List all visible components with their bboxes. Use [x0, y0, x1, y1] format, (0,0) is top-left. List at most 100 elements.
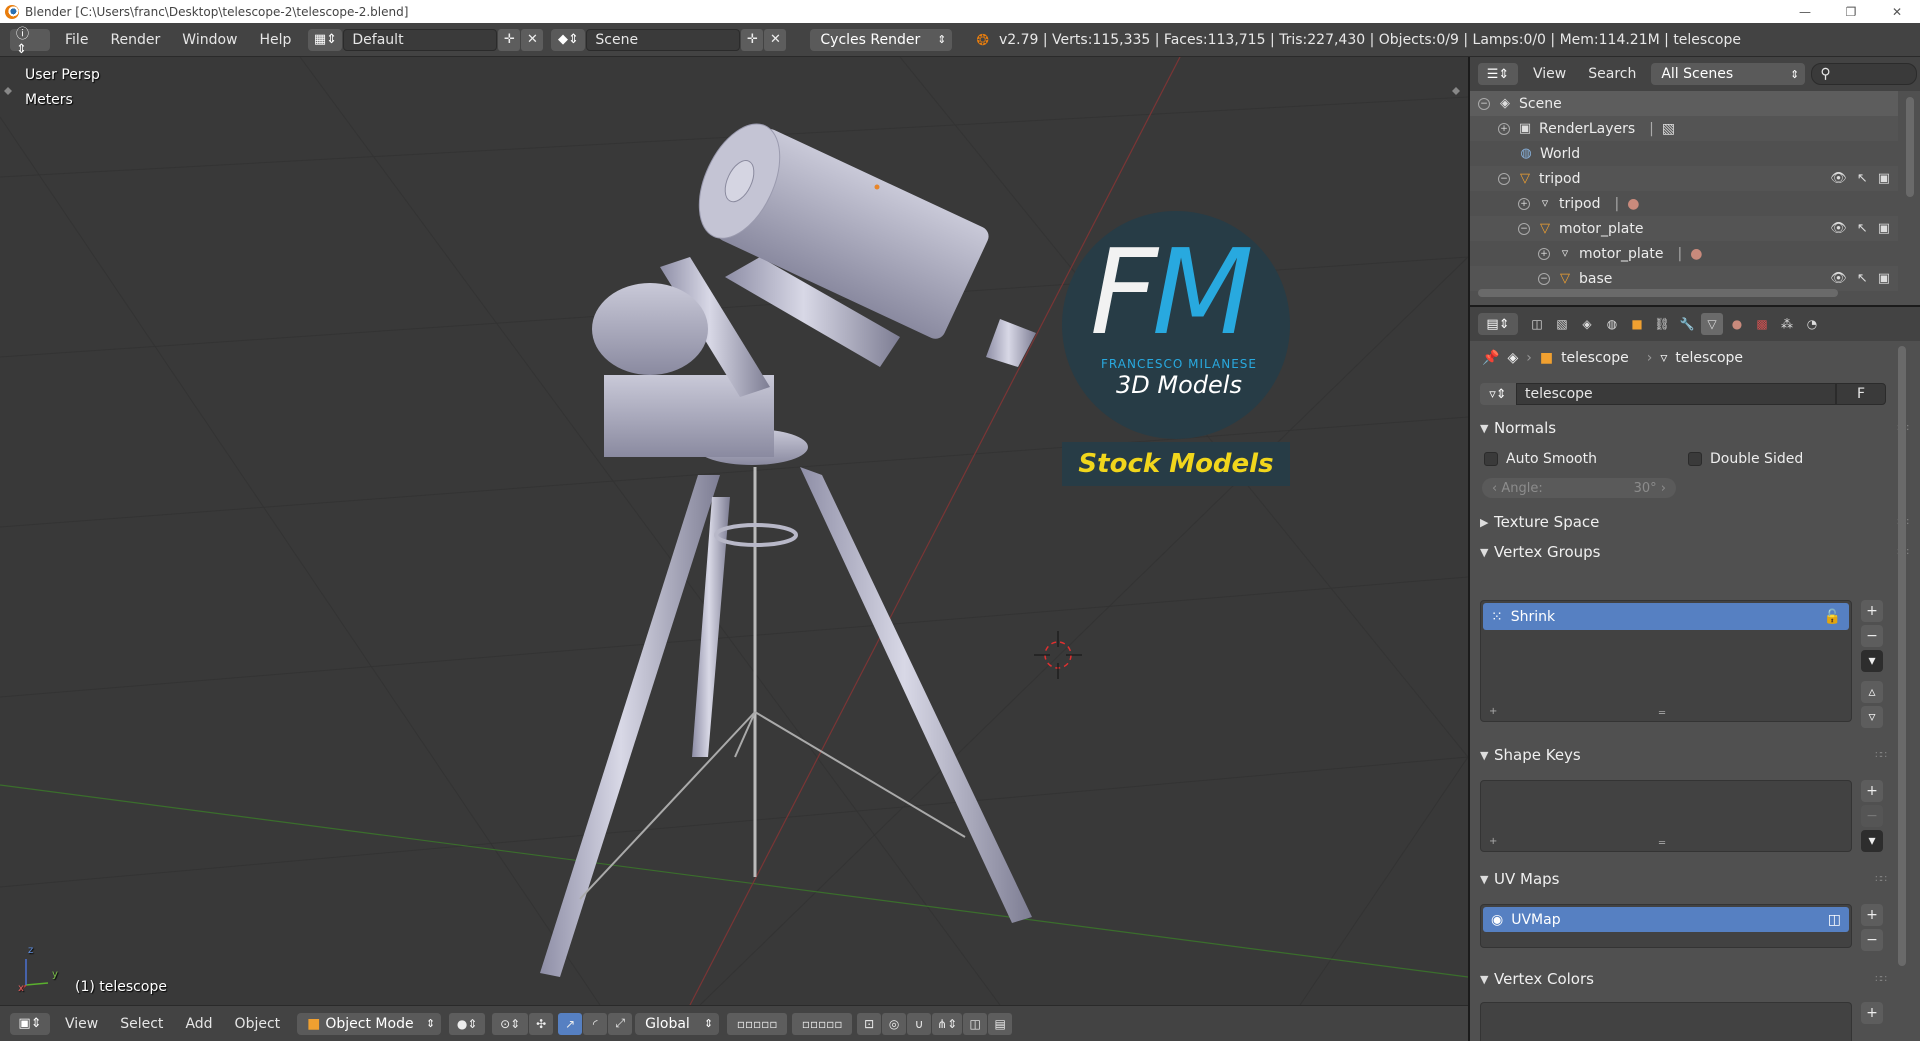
scene-field[interactable]: Scene [586, 28, 741, 51]
remove-uv-map-button[interactable]: − [1861, 929, 1883, 951]
rotate-manipulator-button[interactable]: ◜ [583, 1012, 608, 1035]
3d-viewport[interactable]: User Persp Meters (1) telescope z y x FM… [0, 57, 1468, 1005]
remove-shape-key-button[interactable]: − [1861, 805, 1883, 827]
outliner-row-scene[interactable]: − ◈ Scene [1470, 91, 1898, 116]
cursor-icon[interactable]: ↖ [1857, 271, 1868, 286]
panel-vertex-colors-header[interactable]: ▼ Vertex Colors ∷∷ [1470, 964, 1898, 994]
proportional-edit-button[interactable]: ◎ [882, 1012, 907, 1035]
grip-icon[interactable]: ∷∷ [1875, 874, 1887, 885]
properties-scrollbar[interactable] [1898, 346, 1906, 966]
render-engine-dropdown[interactable]: Cycles Render ⇕ [810, 28, 953, 51]
tab-render-layers[interactable]: ▧ [1551, 313, 1573, 335]
expand-icon[interactable]: + [1518, 197, 1530, 210]
screen-layout-selector[interactable]: ▦⇕ [308, 28, 343, 51]
menu-window[interactable]: Window [171, 32, 248, 48]
tab-texture[interactable]: ▩ [1751, 313, 1773, 335]
outliner-menu-search[interactable]: Search [1577, 66, 1647, 82]
snap-toggle-button[interactable]: ∪ [907, 1012, 932, 1035]
expand-arrow-icon[interactable] [1452, 87, 1460, 95]
outliner-row-renderlayers[interactable]: + ▣ RenderLayers | ▧ [1470, 116, 1898, 141]
scene-selector[interactable]: ◆⇕ [551, 28, 586, 51]
lock-icon[interactable]: 🔓 [1824, 609, 1841, 625]
pivot-point-button[interactable]: ⊙⇕ [492, 1012, 529, 1035]
datablock-browse-button[interactable]: ▿⇕ [1480, 383, 1516, 405]
transform-manipulator-toggle[interactable]: ✣ [529, 1012, 554, 1035]
layers-row-2[interactable]: ▫▫▫▫▫ [792, 1012, 853, 1035]
collapse-arrow-icon[interactable] [4, 87, 12, 95]
menu-select[interactable]: Select [109, 1016, 174, 1032]
editor-type-info-button[interactable]: ⓘ ⇕ [10, 27, 50, 57]
panel-shape-keys-header[interactable]: ▼ Shape Keys ∷∷ [1470, 740, 1898, 770]
grip-icon[interactable]: ∷∷ [1875, 974, 1887, 985]
add-vertex-color-button[interactable]: + [1861, 1002, 1883, 1024]
editor-type-properties-button[interactable]: ▤⇕ [1478, 313, 1518, 335]
move-down-button[interactable]: ▿ [1861, 706, 1883, 728]
uv-maps-list[interactable]: ◉ UVMap ◫ [1480, 904, 1852, 948]
panel-vertex-groups-header[interactable]: ▼ Vertex Groups ∷∷ [1470, 537, 1920, 567]
datablock-name-input[interactable]: telescope [1516, 383, 1836, 405]
outliner-row-tripod-object[interactable]: − ▽ tripod 👁 ↖ ▣ [1470, 166, 1898, 191]
expand-icon[interactable]: + [1498, 122, 1510, 135]
opengl-render-image-button[interactable]: ◫ [963, 1012, 988, 1035]
auto-smooth-checkbox[interactable] [1484, 452, 1498, 466]
tab-physics[interactable]: ◔ [1801, 313, 1823, 335]
tab-particles[interactable]: ⁂ [1776, 313, 1798, 335]
tab-constraints[interactable]: ⛓ [1651, 313, 1673, 335]
eye-icon[interactable]: 👁 [1830, 171, 1847, 186]
close-window-button[interactable]: ✕ [1874, 0, 1920, 23]
resize-grip-icon[interactable]: ═ [1659, 708, 1665, 719]
angle-slider[interactable]: ‹ Angle: 30° › [1482, 478, 1676, 498]
tab-material[interactable]: ● [1726, 313, 1748, 335]
eye-icon[interactable]: 👁 [1830, 221, 1847, 236]
move-up-button[interactable]: ▵ [1861, 681, 1883, 703]
vertex-groups-list[interactable]: ⁙ Shrink 🔓 + ═ [1480, 600, 1852, 722]
collapse-icon[interactable]: − [1498, 172, 1510, 185]
camera-render-icon[interactable]: ◫ [1828, 912, 1841, 928]
editor-type-3dview-button[interactable]: ▣⇕ [10, 1012, 50, 1035]
outliner-row-motor-plate-object[interactable]: − ▽ motor_plate 👁 ↖ ▣ [1470, 216, 1898, 241]
viewport-shading-button[interactable]: ●⇕ [449, 1012, 486, 1035]
menu-add[interactable]: Add [174, 1016, 223, 1032]
layers-row-1[interactable]: ▫▫▫▫▫ [727, 1012, 788, 1035]
expand-icon[interactable]: + [1538, 247, 1550, 260]
render-icon[interactable]: ▣ [1878, 221, 1890, 236]
menu-file[interactable]: File [54, 32, 99, 48]
interaction-mode-dropdown[interactable]: ■ Object Mode ⇕ [297, 1012, 442, 1035]
outliner-row-tripod-mesh[interactable]: + ▿ tripod | ● [1470, 191, 1898, 216]
tab-modifiers[interactable]: 🔧 [1676, 313, 1698, 335]
menu-help[interactable]: Help [248, 32, 302, 48]
panel-uv-maps-header[interactable]: ▼ UV Maps ∷∷ [1470, 864, 1898, 894]
grip-icon[interactable]: ∷∷ [1875, 750, 1887, 761]
remove-vertex-group-button[interactable]: − [1861, 625, 1883, 647]
tab-data[interactable]: ▽ [1701, 313, 1723, 335]
tab-world[interactable]: ◍ [1601, 313, 1623, 335]
add-uv-map-button[interactable]: + [1861, 904, 1883, 926]
restore-button[interactable]: ❐ [1828, 0, 1874, 23]
collapse-icon[interactable]: − [1518, 222, 1530, 235]
add-screen-button[interactable]: ✛ [498, 28, 521, 51]
collapse-icon[interactable]: − [1478, 97, 1490, 110]
filter-options-icon[interactable]: + [1489, 706, 1497, 717]
tab-render[interactable]: ◫ [1526, 313, 1548, 335]
add-vertex-group-button[interactable]: + [1861, 600, 1883, 622]
uv-map-item[interactable]: ◉ UVMap ◫ [1483, 907, 1849, 932]
scale-manipulator-button[interactable]: ⤢ [608, 1012, 633, 1035]
resize-grip-icon[interactable]: ═ [1659, 838, 1665, 849]
transform-orientation-dropdown[interactable]: Global ⇕ [635, 1012, 720, 1035]
tab-scene[interactable]: ◈ [1576, 313, 1598, 335]
panel-texture-space-header[interactable]: ▶ Texture Space ∷∷ [1470, 507, 1920, 537]
collapse-icon[interactable]: − [1538, 272, 1550, 285]
minimize-button[interactable]: — [1782, 0, 1828, 23]
outliner-search-input[interactable]: ⚲ [1811, 63, 1918, 85]
menu-view[interactable]: View [54, 1016, 109, 1032]
cursor-icon[interactable]: ↖ [1857, 221, 1868, 236]
3d-cursor-icon[interactable] [1034, 631, 1082, 679]
filter-options-icon[interactable]: + [1489, 836, 1497, 847]
outliner-vertical-scrollbar[interactable] [1906, 97, 1914, 197]
eye-icon[interactable]: 👁 [1830, 271, 1847, 286]
editor-type-outliner-button[interactable]: ☰⇕ [1478, 63, 1518, 85]
add-scene-button[interactable]: ✛ [741, 28, 764, 51]
outliner-menu-view[interactable]: View [1522, 66, 1577, 82]
outliner-row-world[interactable]: ◍ World [1470, 141, 1898, 166]
render-icon[interactable]: ▣ [1878, 271, 1890, 286]
